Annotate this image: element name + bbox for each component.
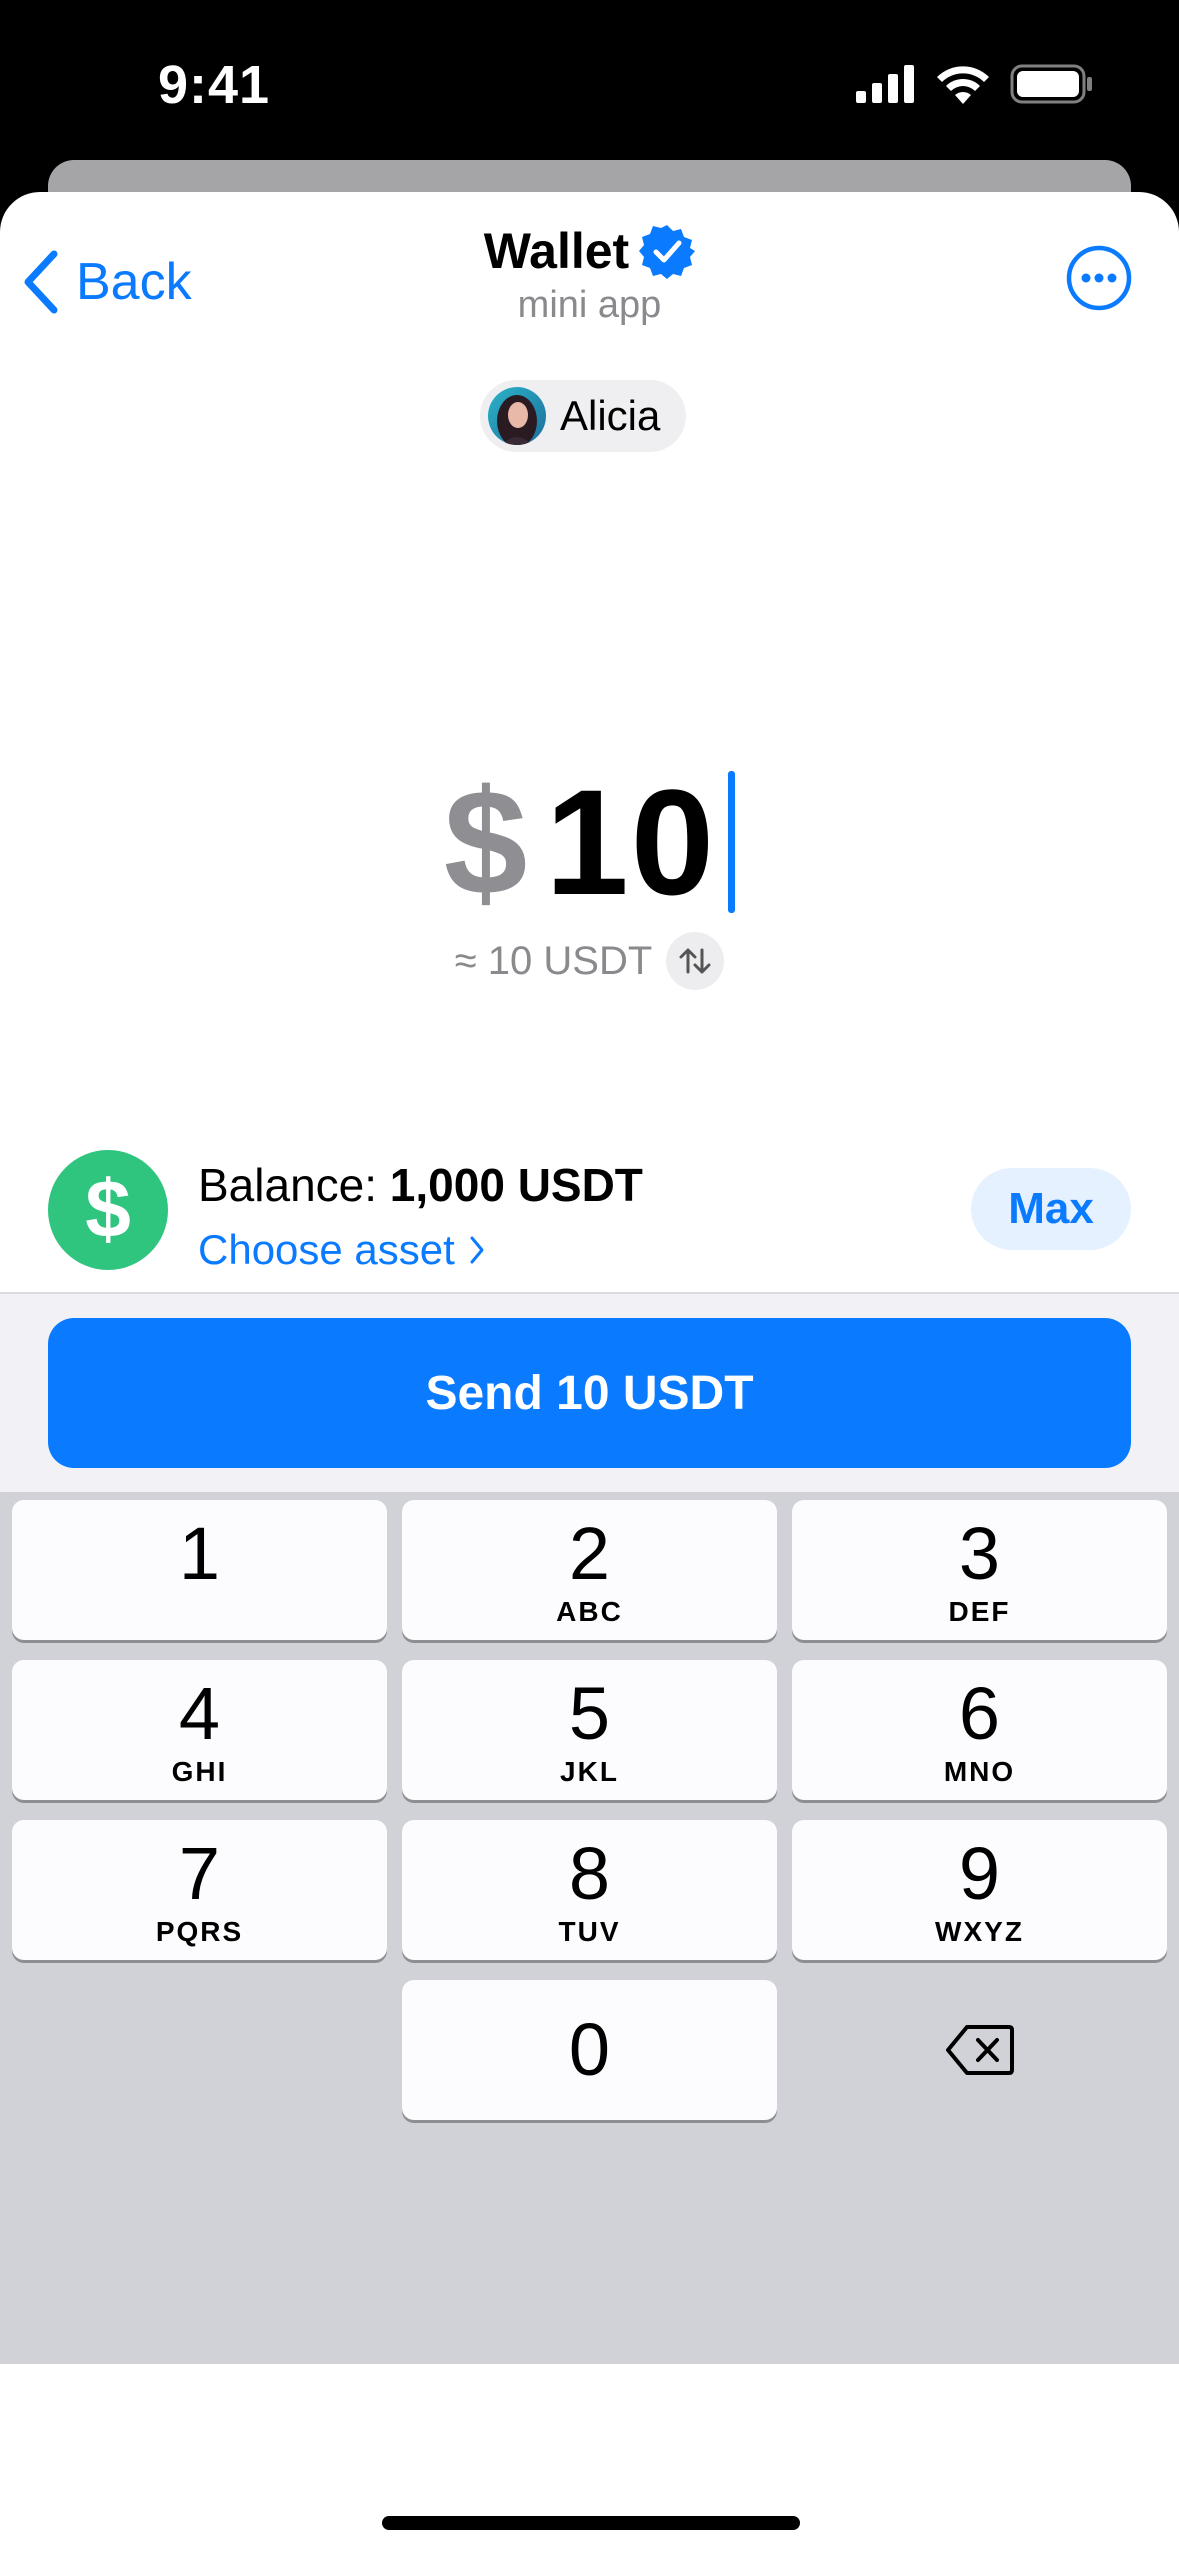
key-9[interactable]: 9 WXYZ xyxy=(792,1820,1167,1960)
app-title: Wallet xyxy=(483,223,630,279)
text-caret xyxy=(728,771,736,913)
key-letters: ABC xyxy=(556,1596,623,1627)
cellular-signal-icon xyxy=(856,65,914,103)
backspace-icon xyxy=(946,2025,1014,2075)
chevron-right-icon xyxy=(470,1236,484,1264)
numeric-keypad: 1 2 ABC 3 DEF 4 GHI 5 JKL 6 MNO 7 PQRS 8… xyxy=(0,1492,1179,2364)
header-title-group: Wallet mini app xyxy=(0,222,1179,327)
key-4[interactable]: 4 GHI xyxy=(12,1660,387,1800)
key-letters: JKL xyxy=(560,1756,619,1787)
conversion-row: ≈ 10 USDT xyxy=(0,932,1179,990)
key-digit: 3 xyxy=(958,1512,1001,1595)
recipient-name: Alicia xyxy=(560,392,661,439)
wifi-icon xyxy=(937,66,989,104)
max-button[interactable]: Max xyxy=(971,1168,1131,1250)
dollar-asset-icon: $ xyxy=(48,1150,168,1270)
home-indicator[interactable] xyxy=(382,2516,800,2530)
currency-symbol: $ xyxy=(443,757,528,926)
avatar xyxy=(488,387,546,445)
app-subtitle: mini app xyxy=(517,284,662,326)
key-8[interactable]: 8 TUV xyxy=(402,1820,777,1960)
key-0[interactable]: 0 xyxy=(402,1980,777,2120)
swap-currency-button[interactable] xyxy=(666,932,725,990)
key-digit: 2 xyxy=(568,1512,611,1595)
balance-value: 1,000 USDT xyxy=(389,1159,643,1211)
choose-asset-link[interactable]: Choose asset xyxy=(198,1226,485,1274)
key-digit: 6 xyxy=(958,1672,1001,1755)
key-1[interactable]: 1 xyxy=(12,1500,387,1640)
key-6[interactable]: 6 MNO xyxy=(792,1660,1167,1800)
key-digit: 5 xyxy=(568,1672,611,1755)
battery-icon xyxy=(1010,64,1092,104)
key-letters: MNO xyxy=(943,1756,1016,1787)
send-area: Send 10 USDT xyxy=(0,1294,1179,1492)
key-digit: 7 xyxy=(178,1832,221,1915)
key-letters: GHI xyxy=(171,1756,228,1787)
key-letters: WXYZ xyxy=(935,1916,1024,1947)
key-2[interactable]: 2 ABC xyxy=(402,1500,777,1640)
status-bar: 9:41 xyxy=(0,0,1179,170)
key-letters: TUV xyxy=(558,1916,621,1947)
amount-input[interactable]: 10 xyxy=(545,756,716,929)
key-3[interactable]: 3 DEF xyxy=(792,1500,1167,1640)
recipient-chip[interactable]: Alicia xyxy=(480,380,687,452)
balance-row: $ Balance: 1,000 USDT Choose asset Max xyxy=(0,1134,1179,1284)
status-time: 9:41 xyxy=(158,55,271,115)
key-7[interactable]: 7 PQRS xyxy=(12,1820,387,1960)
send-button[interactable]: Send 10 USDT xyxy=(48,1318,1131,1468)
conversion-text: ≈ 10 USDT xyxy=(454,938,653,983)
more-options-icon[interactable] xyxy=(1065,244,1133,312)
key-5[interactable]: 5 JKL xyxy=(402,1660,777,1800)
amount-display: $ 10 xyxy=(0,752,1179,932)
verified-badge-icon xyxy=(639,225,696,279)
key-digit: 4 xyxy=(178,1672,221,1755)
key-digit: 8 xyxy=(568,1832,611,1915)
key-digit: 0 xyxy=(568,2008,611,2091)
swap-arrows-icon xyxy=(679,948,711,974)
balance-text: Balance: 1,000 USDT xyxy=(198,1158,643,1212)
key-letters: PQRS xyxy=(155,1916,244,1947)
choose-asset-label: Choose asset xyxy=(198,1226,455,1273)
key-digit: 1 xyxy=(178,1512,221,1595)
balance-label: Balance: xyxy=(198,1159,390,1211)
delete-key[interactable] xyxy=(920,2010,1040,2090)
app-title-row: Wallet xyxy=(483,222,696,280)
key-letters: DEF xyxy=(948,1596,1011,1627)
key-digit: 9 xyxy=(958,1832,1001,1915)
status-icons xyxy=(856,64,1094,104)
